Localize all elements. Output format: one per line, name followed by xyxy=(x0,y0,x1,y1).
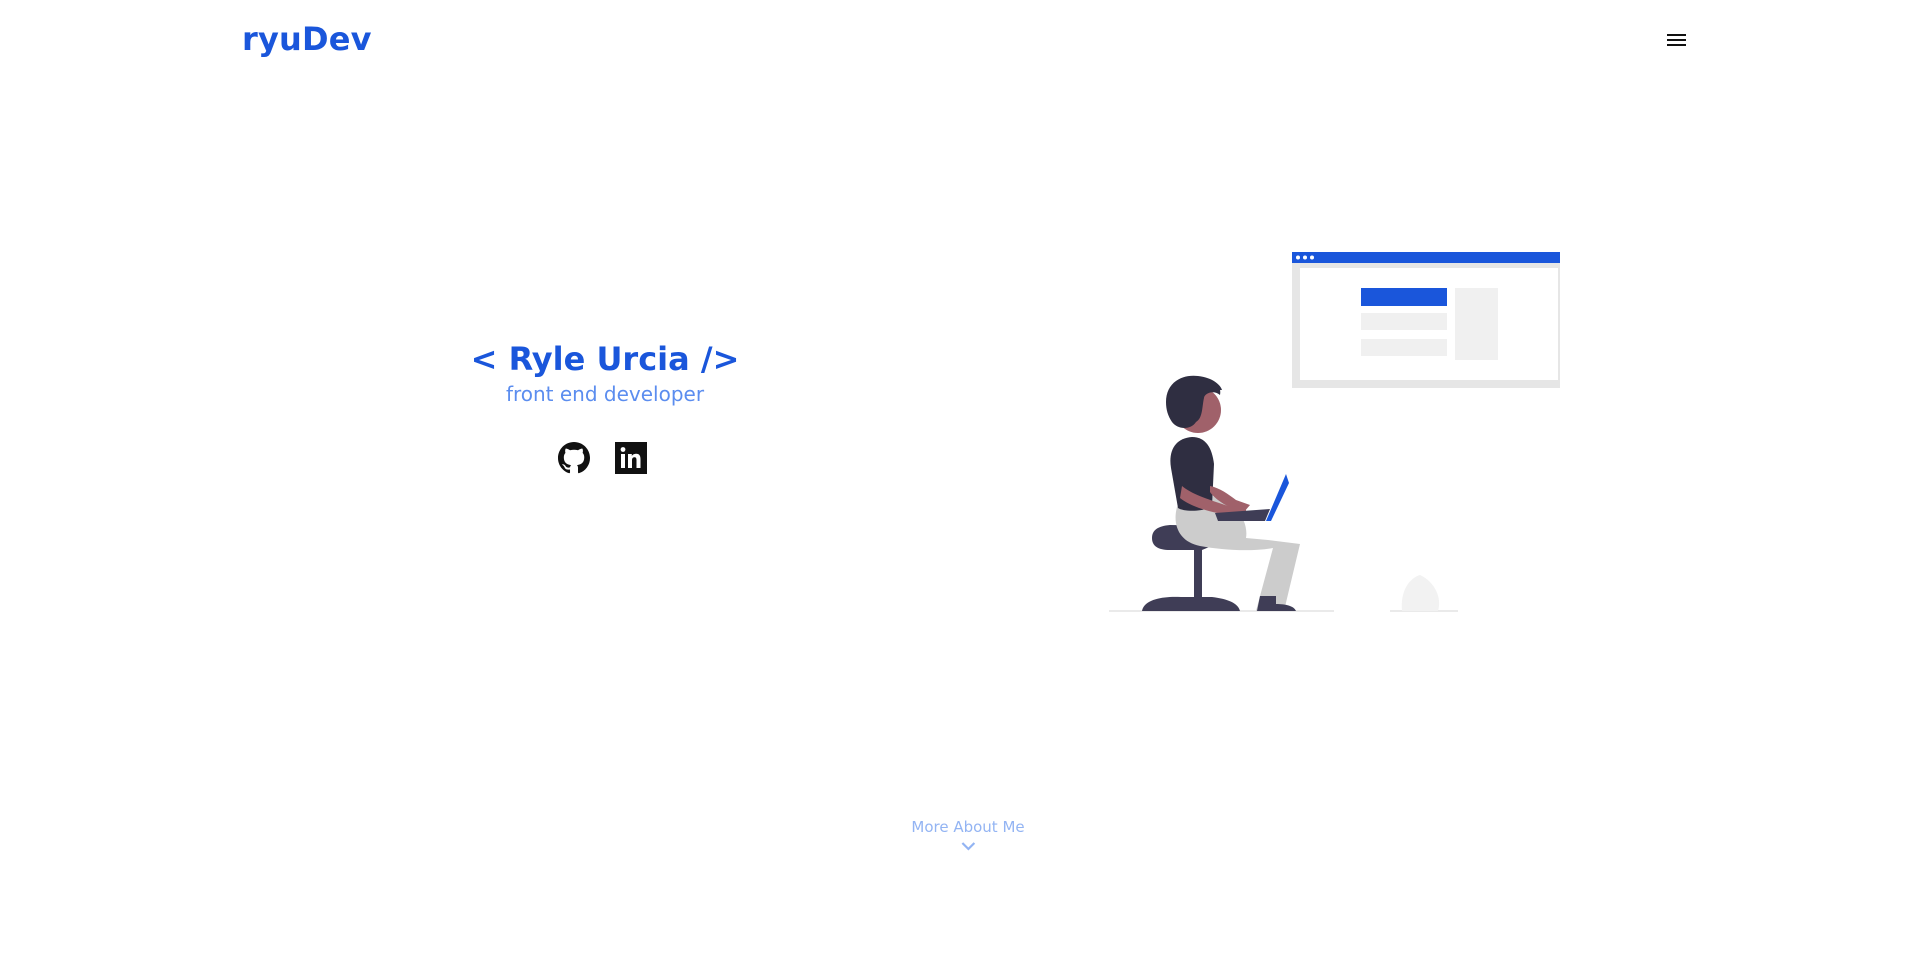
hero-subtitle: front end developer xyxy=(505,382,705,406)
more-about-me-label: More About Me xyxy=(911,818,1025,836)
brand-logo[interactable]: ryuDev xyxy=(242,20,372,58)
github-link[interactable] xyxy=(558,442,590,474)
plant-icon xyxy=(1401,575,1440,611)
menu-bar xyxy=(1667,34,1686,36)
chevron-down-icon xyxy=(961,842,975,851)
browser-window xyxy=(1292,252,1560,388)
linkedin-icon xyxy=(615,442,647,474)
hero-title: < Ryle Urcia /> xyxy=(470,340,740,378)
github-icon xyxy=(558,442,590,474)
hamburger-menu-button[interactable] xyxy=(1664,28,1690,56)
more-about-me-link[interactable]: More About Me xyxy=(911,818,1025,851)
menu-bar xyxy=(1667,44,1686,46)
menu-bar xyxy=(1667,39,1686,41)
person-with-laptop xyxy=(1142,375,1300,611)
developer-illustration xyxy=(1109,252,1560,612)
linkedin-link[interactable] xyxy=(615,442,647,474)
